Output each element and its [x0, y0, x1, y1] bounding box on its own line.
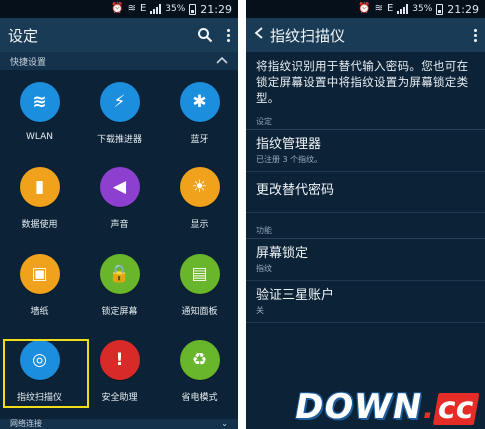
settings-screen: ⏰ ≋ E 35% 21:29 设定 快捷设置 ≋ WLAN ⚡ 下载推进器 ✱ 蓝牙 ▮ 数… — [0, 0, 238, 429]
more-options-icon[interactable] — [474, 28, 477, 42]
down-cc-watermark-logo: DOWN . cc — [291, 387, 480, 427]
quick-tile-label: 安全助理 — [101, 393, 138, 403]
quick-tile-label: 通知面板 — [181, 307, 218, 317]
item-subtitle: 关 — [256, 306, 264, 315]
quick-settings-label: 快捷设置 — [10, 57, 47, 68]
quick-tile-label: 声音 — [110, 220, 129, 230]
quick-tile-label: 锁定屏幕 — [101, 307, 138, 317]
collapse-chevron-icon[interactable] — [216, 56, 228, 67]
item-subtitle: 指纹 — [256, 264, 272, 273]
quick-tile-lock-screen[interactable]: 🔒 锁定屏幕 — [80, 242, 159, 326]
more-options-icon[interactable] — [227, 28, 230, 42]
quick-tile-label: WLAN — [25, 132, 53, 142]
wifi-status-icon: ≋ — [127, 3, 136, 14]
signal-icon — [397, 4, 409, 14]
safety-assistance-icon: ! — [99, 340, 140, 380]
quick-tile-notification-panel[interactable]: ▤ 通知面板 — [160, 242, 238, 326]
network-type-label: E — [139, 3, 147, 14]
power-saving-icon: ♻ — [179, 340, 220, 380]
network-section-header[interactable]: 网络连接 ⌄ — [0, 419, 238, 429]
network-type-label: E — [386, 3, 394, 14]
display-icon: ☀ — [179, 167, 220, 207]
quick-tile-wallpaper[interactable]: ▣ 墙纸 — [0, 242, 79, 326]
wifi-status-icon: ≋ — [374, 3, 383, 14]
functions-section-header: 功能 — [246, 221, 485, 239]
page-title: 指纹扫描仪 — [270, 26, 346, 45]
fingerprint-description: 将指纹识别用于替代输入密码。您也可在锁定屏幕设置中将指纹设置为屏幕锁定类型。 — [256, 59, 469, 105]
sound-icon: ◀ — [99, 167, 140, 207]
highlight-frame — [3, 339, 89, 408]
item-title: 指纹管理器 — [256, 137, 322, 152]
item-title: 屏幕锁定 — [256, 246, 309, 261]
quick-tile-label: 数据使用 — [21, 220, 58, 230]
expand-chevron-icon[interactable]: ⌄ — [221, 419, 228, 429]
quick-tile-sound[interactable]: ◀ 声音 — [80, 155, 159, 239]
status-bar: ⏰ ≋ E 35% 21:29 — [0, 0, 238, 18]
quick-tile-label: 显示 — [190, 220, 209, 230]
quick-tile-label: 蓝牙 — [190, 135, 209, 145]
clock: 21:29 — [200, 2, 232, 16]
item-title: 验证三星账户 — [256, 288, 335, 303]
download-booster-icon: ⚡ — [99, 82, 140, 122]
page-title: 设定 — [8, 26, 39, 45]
quick-tile-data-usage[interactable]: ▮ 数据使用 — [0, 155, 79, 239]
network-section-label: 网络连接 — [10, 419, 42, 428]
change-backup-password-item[interactable]: 更改替代密码 — [246, 172, 485, 213]
item-title: 更改替代密码 — [256, 183, 335, 198]
alarm-icon: ⏰ — [111, 3, 124, 14]
quick-tile-display[interactable]: ☀ 显示 — [160, 155, 238, 239]
quick-tile-bluetooth[interactable]: ✱ 蓝牙 — [160, 70, 238, 154]
search-icon[interactable] — [197, 27, 213, 43]
clock: 21:29 — [447, 2, 479, 16]
back-arrow-icon[interactable] — [254, 27, 264, 43]
notification-panel-icon: ▤ — [179, 254, 220, 294]
lock-screen-icon: 🔒 — [99, 254, 140, 294]
wifi-icon: ≋ — [19, 82, 60, 122]
quick-tile-download-booster[interactable]: ⚡ 下载推进器 — [80, 70, 159, 154]
quick-tile-power-saving[interactable]: ♻ 省电模式 — [160, 328, 238, 412]
watermark-main: DOWN — [291, 387, 426, 427]
screen-lock-item[interactable]: 屏幕锁定 指纹 — [246, 239, 485, 281]
wallpaper-icon: ▣ — [19, 254, 60, 294]
settings-section-header: 设定 — [246, 112, 485, 130]
verify-samsung-account-item[interactable]: 验证三星账户 关 — [246, 281, 485, 323]
battery-icon — [189, 3, 197, 15]
item-subtitle: 已注册 3 个指纹。 — [256, 155, 323, 164]
app-bar: 设定 — [0, 18, 238, 52]
fingerprint-scanner-screen: ⏰ ≋ E 35% 21:29 指纹扫描仪 将指纹识别用于替代输入密码。您也可在… — [246, 0, 485, 429]
fingerprint-manager-item[interactable]: 指纹管理器 已注册 3 个指纹。 — [246, 130, 485, 172]
quick-tile-safety-assistance[interactable]: ! 安全助理 — [80, 328, 159, 412]
quick-tile-label: 省电模式 — [181, 393, 218, 403]
quick-tile-label: 墙纸 — [30, 307, 49, 317]
quick-settings-header[interactable]: 快捷设置 — [0, 52, 238, 70]
bluetooth-icon: ✱ — [179, 82, 220, 122]
status-bar: ⏰ ≋ E 35% 21:29 — [246, 0, 485, 18]
battery-percent: 35% — [165, 4, 186, 14]
data-usage-icon: ▮ — [19, 167, 60, 207]
alarm-icon: ⏰ — [358, 3, 371, 14]
quick-tile-label: 下载推进器 — [96, 135, 142, 145]
quick-tile-wifi[interactable]: ≋ WLAN — [0, 70, 79, 154]
watermark-cc: cc — [432, 391, 480, 426]
battery-icon — [436, 3, 444, 15]
battery-percent: 35% — [412, 4, 433, 14]
signal-icon — [150, 4, 162, 14]
app-bar: 指纹扫描仪 — [246, 18, 485, 52]
